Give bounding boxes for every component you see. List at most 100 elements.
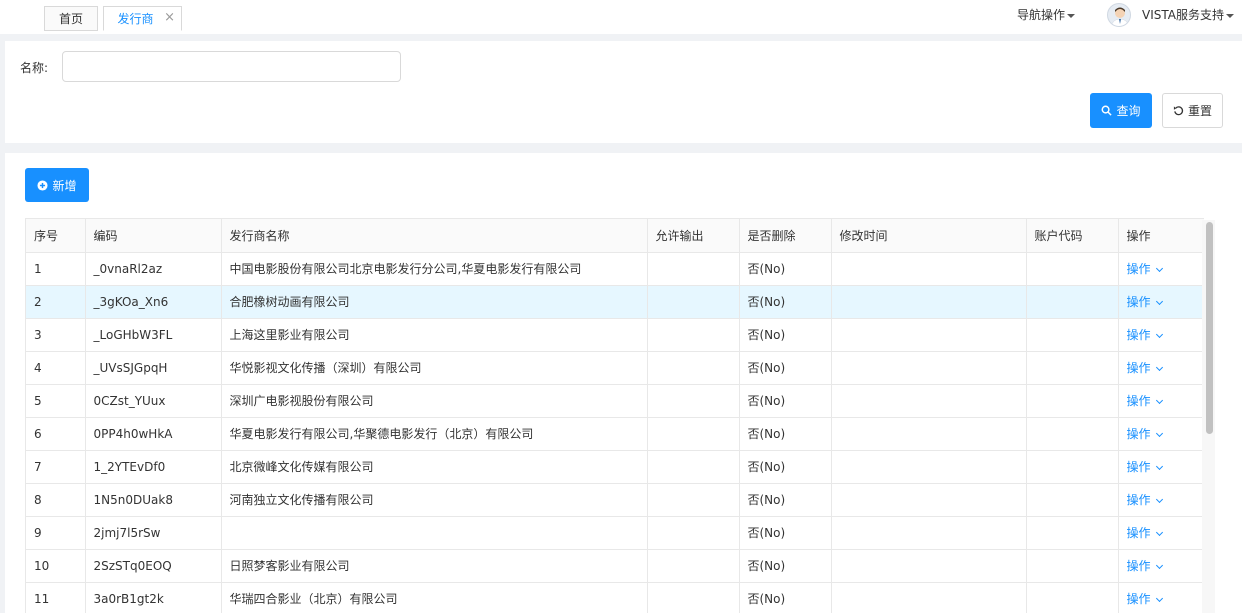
cell-account <box>1026 549 1119 583</box>
cell-modified <box>831 417 1027 451</box>
avatar[interactable] <box>1107 3 1131 27</box>
row-action-dropdown[interactable]: 操作 <box>1126 460 1163 474</box>
row-action-dropdown[interactable]: 操作 <box>1127 592 1163 606</box>
add-label: 新增 <box>52 178 77 193</box>
table-row[interactable]: 8 1N5n0DUak8 河南独立文化传播有限公司 否(No) 操作 <box>26 483 1204 517</box>
chevron-down-icon <box>1155 330 1163 339</box>
cell-deleted: 否(No) <box>739 252 832 286</box>
cell-no: 3 <box>26 318 86 352</box>
col-header: 账户代码 <box>1026 219 1119 253</box>
row-action-label: 操作 <box>1126 526 1151 540</box>
cell-allow <box>647 549 740 583</box>
cell-allow <box>647 252 740 286</box>
table-row[interactable]: 10 2SzSTq0EOQ 日照梦客影业有限公司 否(No) 操作 <box>26 549 1204 583</box>
chevron-down-icon <box>1155 561 1163 570</box>
cell-allow <box>647 516 740 550</box>
query-label: 查询 <box>1116 104 1141 118</box>
table-row[interactable]: 9 2jmj7l5rSw 否(No) 操作 <box>26 516 1204 550</box>
add-button[interactable]: 新增 <box>25 168 89 202</box>
cell-modified <box>831 351 1027 385</box>
row-action-dropdown[interactable]: 操作 <box>1127 328 1163 342</box>
cell-deleted: 否(No) <box>739 417 832 451</box>
list-panel: 新增 序号 编码 发行商名称 允许输出 是否删除 修改时间 账户代码 操作 1 … <box>5 153 1242 613</box>
reset-label: 重置 <box>1187 104 1212 118</box>
row-action-dropdown[interactable]: 操作 <box>1127 394 1163 408</box>
chevron-down-icon <box>1155 264 1163 273</box>
cell-op: 操作 <box>1118 516 1204 550</box>
cell-op: 操作 <box>1118 384 1204 418</box>
table-header-row: 序号 编码 发行商名称 允许输出 是否删除 修改时间 账户代码 操作 <box>26 219 1204 253</box>
row-action-dropdown[interactable]: 操作 <box>1126 361 1163 375</box>
reset-icon <box>1173 106 1184 116</box>
reset-button[interactable]: 重置 <box>1162 93 1223 128</box>
tab-home[interactable]: 首页 <box>44 6 98 31</box>
cell-account <box>1026 384 1119 418</box>
row-action-label: 操作 <box>1126 559 1151 573</box>
row-action-label: 操作 <box>1126 460 1151 474</box>
chevron-down-icon <box>1155 495 1163 504</box>
row-action-dropdown[interactable]: 操作 <box>1127 295 1163 309</box>
tab-distributor[interactable]: 发行商 × <box>103 6 182 31</box>
table-row[interactable]: 11 3a0rB1gt2k 华瑞四合影业（北京）有限公司 否(No) 操作 <box>26 582 1204 613</box>
cell-deleted: 否(No) <box>739 318 832 352</box>
row-action-dropdown[interactable]: 操作 <box>1126 559 1163 573</box>
cell-op: 操作 <box>1118 351 1204 385</box>
cell-code: _3gKOa_Xn6 <box>85 285 222 319</box>
row-action-label: 操作 <box>1126 427 1151 441</box>
cell-deleted: 否(No) <box>739 384 832 418</box>
row-action-dropdown[interactable]: 操作 <box>1126 526 1163 540</box>
close-icon[interactable]: × <box>164 10 175 25</box>
row-action-dropdown[interactable]: 操作 <box>1126 427 1163 441</box>
table-row[interactable]: 2 _3gKOa_Xn6 合肥橡树动画有限公司 否(No) 操作 <box>26 285 1204 319</box>
name-input[interactable] <box>62 51 401 82</box>
cell-name: 华夏电影发行有限公司,华聚德电影发行（北京）有限公司 <box>221 417 648 451</box>
nav-ops-label: 导航操作 <box>1017 8 1066 22</box>
table-row[interactable]: 1 _0vnaRl2az 中国电影股份有限公司北京电影发行分公司,华夏电影发行有限公… <box>26 252 1204 286</box>
cell-modified <box>831 516 1027 550</box>
cell-deleted: 否(No) <box>739 549 832 583</box>
cell-op: 操作 <box>1118 285 1204 319</box>
table-row[interactable]: 3 _LoGHbW3FL 上海这里影业有限公司 否(No) 操作 <box>26 318 1204 352</box>
cell-allow <box>647 351 740 385</box>
user-avatar-icon <box>1111 7 1129 26</box>
col-header: 是否删除 <box>739 219 832 253</box>
cell-no: 8 <box>26 483 86 517</box>
table-row[interactable]: 5 0CZst_YUux 深圳广电影视股份有限公司 否(No) 操作 <box>26 384 1204 418</box>
cell-allow <box>647 483 740 517</box>
cell-name: 中国电影股份有限公司北京电影发行分公司,华夏电影发行有限公司 <box>221 252 648 286</box>
table-row[interactable]: 4 _UVsSJGpqH 华悦影视文化传播（深圳）有限公司 否(No) 操作 <box>26 351 1204 385</box>
chevron-down-icon <box>1155 297 1163 306</box>
table-row[interactable]: 7 1_2YTEvDf0 北京微峰文化传媒有限公司 否(No) 操作 <box>26 450 1204 484</box>
cell-allow <box>647 450 740 484</box>
nav-ops-dropdown[interactable]: 导航操作 <box>1017 6 1076 23</box>
cell-account <box>1026 450 1119 484</box>
cell-no: 6 <box>26 417 86 451</box>
name-label: 名称: <box>20 61 49 75</box>
cell-op: 操作 <box>1118 483 1204 517</box>
cell-name: 日照梦客影业有限公司 <box>221 549 648 583</box>
chevron-down-icon <box>1155 363 1163 372</box>
table-row[interactable]: 6 0PP4h0wHkA 华夏电影发行有限公司,华聚德电影发行（北京）有限公司 否(N… <box>26 417 1204 451</box>
cell-no: 10 <box>26 549 86 583</box>
cell-account <box>1026 351 1119 385</box>
cell-op: 操作 <box>1118 252 1204 286</box>
cell-modified <box>831 450 1027 484</box>
col-header: 操作 <box>1118 219 1204 253</box>
cell-name: 河南独立文化传播有限公司 <box>221 483 648 517</box>
cell-code: 0CZst_YUux <box>85 384 222 418</box>
col-header: 允许输出 <box>647 219 740 253</box>
user-menu[interactable]: VISTA服务支持 <box>1142 6 1234 23</box>
caret-down-icon <box>1067 13 1076 18</box>
cell-account <box>1026 483 1119 517</box>
row-action-dropdown[interactable]: 操作 <box>1127 262 1163 276</box>
col-header: 编码 <box>85 219 222 253</box>
cell-no: 7 <box>26 450 86 484</box>
query-button[interactable]: 查询 <box>1090 93 1152 128</box>
row-action-label: 操作 <box>1126 361 1151 375</box>
cell-code: _UVsSJGpqH <box>85 351 222 385</box>
scrollbar-thumb[interactable] <box>1206 222 1213 434</box>
row-action-dropdown[interactable]: 操作 <box>1127 493 1163 507</box>
cell-code: _0vnaRl2az <box>85 252 222 286</box>
search-panel: 名称: 查询 重置 <box>5 41 1242 143</box>
cell-no: 11 <box>26 582 86 613</box>
